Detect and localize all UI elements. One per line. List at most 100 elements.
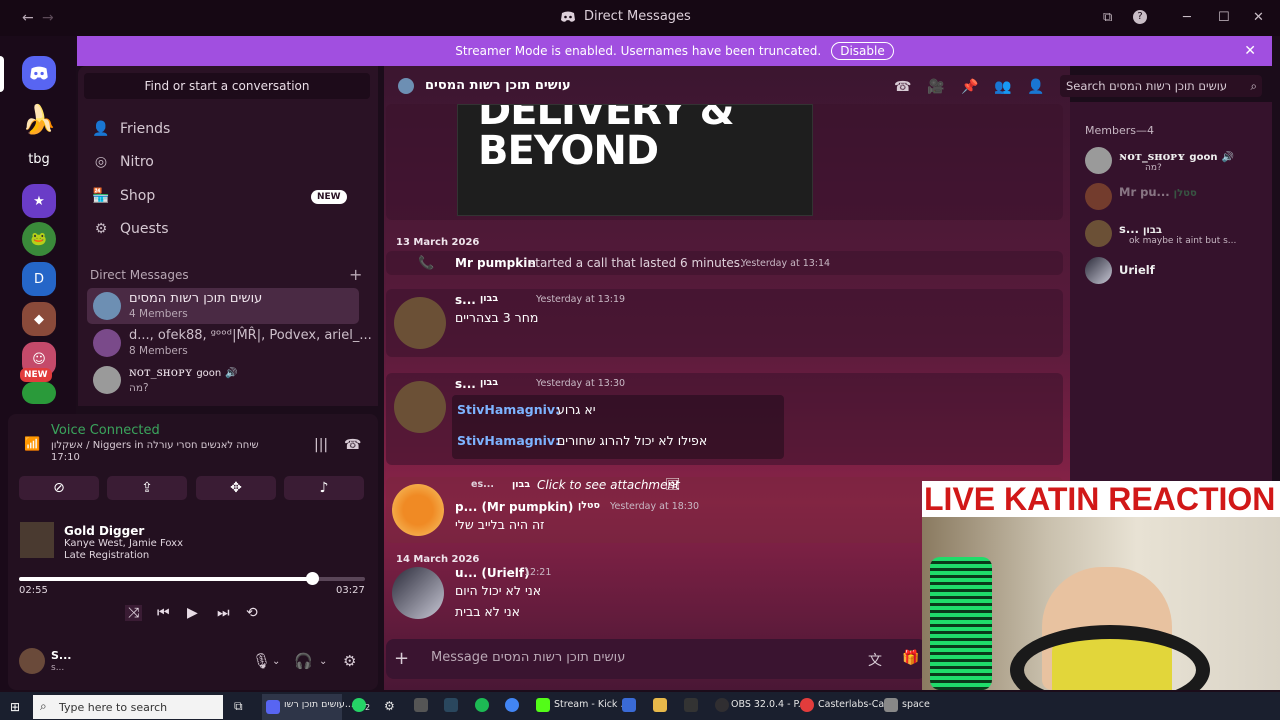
dm-item-user[interactable]: ɴᴏᴛ_ꜱʜᴏᴘʏ goon 🔊 מה? [87,362,359,398]
server-blue-icon[interactable]: D [22,262,56,296]
voice-status[interactable]: Voice Connected [51,423,160,438]
member-item[interactable]: Urielf [1085,257,1265,285]
dm-item-group-1[interactable]: עושים תוכן רשות המסים 4 Members [87,288,359,324]
noise-suppression-icon[interactable]: ||| [314,437,328,453]
user-status: s... [51,663,65,673]
member-item[interactable]: Mr pu... סטלן [1085,183,1265,211]
taskbar-casterlabs[interactable]: Casterlabs-Ca... [796,694,893,720]
maximize-icon[interactable]: ☐ [1218,10,1230,25]
camera-off-icon[interactable]: ⊘ [19,476,99,500]
user-avatar[interactable] [392,567,444,619]
taskbar-obs[interactable]: OBS 32.0.4 - P... [711,694,807,720]
settings-icon[interactable]: ⚙ [384,699,395,713]
album-art [20,522,54,558]
chat-search-input[interactable]: Search עושים תוכן רשות המסים ⌕ [1060,75,1262,97]
message-text: אני לא בבית [455,604,521,619]
message-author[interactable]: p... (Mr pumpkin) [455,500,573,514]
help-icon[interactable]: ? [1133,10,1147,24]
sidebar-item-friends[interactable]: 👤 Friends [92,115,362,143]
live-overlay-title: LIVE KATIN REACTION [922,481,1280,517]
disable-streamer-button[interactable]: Disable [831,42,894,60]
member-item[interactable]: s... בבון ok maybe it aint but s... [1085,220,1265,248]
progress-knob[interactable] [305,572,319,585]
server-banana-icon[interactable]: 🍌 [22,102,56,136]
server-purple-icon[interactable]: ★ [22,184,56,218]
user-avatar[interactable] [394,297,446,349]
sidebar-item-nitro[interactable]: ◎ Nitro [92,148,362,176]
chat-title: עושים תוכן רשות המסים [425,78,571,93]
friends-icon: 👤 [92,121,110,137]
message-author[interactable]: u... (Urielf) [455,566,530,580]
mute-mic-icon[interactable]: 🎙 [252,652,271,670]
activities-icon[interactable]: ✥ [196,476,276,500]
translate-icon[interactable]: 文 [868,650,882,670]
shop-icon: 🏪 [92,188,110,204]
folder-icon[interactable] [653,698,667,712]
dm-item-group-2[interactable]: d..., ofek88, ᵍᵒᵒᵈ|M̂R̂|, Podvex, ariel_… [87,325,372,361]
windows-start-icon[interactable]: ⊞ [10,700,20,714]
whatsapp-icon[interactable] [352,698,366,712]
gift-icon[interactable]: 🎁 [902,650,919,666]
call-icon[interactable]: ☎ [894,79,911,95]
chevron-down-icon[interactable]: ⌄ [319,656,327,667]
screen-share-icon[interactable]: ⇪ [107,476,187,500]
quoted-author: StivHamagniv: [457,402,561,417]
back-arrow-icon[interactable]: ← [22,10,34,26]
taskbar-kick[interactable]: Stream - Kick ... [532,694,630,720]
webcam-feed [922,517,1280,690]
app-icon[interactable] [684,698,698,712]
server-green-icon[interactable] [22,382,56,404]
reply-attachment-link[interactable]: Click to see attachment [537,478,680,492]
previous-icon[interactable]: ⏮ [157,605,170,621]
dm-name: ɴᴏᴛ_ꜱʜᴏᴘʏ [129,365,193,379]
forward-arrow-icon[interactable]: → [42,10,54,26]
pin-icon[interactable]: 📌 [961,79,978,95]
message-author[interactable]: s... [455,377,476,391]
taskbar-space[interactable]: space [882,694,930,720]
vpn-icon[interactable] [622,698,636,712]
close-icon[interactable]: ✕ [1244,43,1256,59]
play-icon[interactable]: ▶ [187,605,198,621]
role-tag: בבון [1142,225,1163,236]
close-window-icon[interactable]: ✕ [1253,10,1264,25]
pumpkin-avatar[interactable] [392,484,444,536]
taskbar-search[interactable]: ⌕ Type here to search [33,695,223,719]
minimize-icon[interactable]: ─ [1183,10,1191,25]
home-discord-icon[interactable] [22,56,56,90]
app-icon[interactable] [414,698,428,712]
inbox-icon[interactable]: ⧉ [1103,10,1112,25]
add-member-icon[interactable]: 👥 [994,79,1011,95]
progress-fill [19,577,312,581]
spotify-icon[interactable] [475,698,489,712]
chrome-icon[interactable] [505,698,519,712]
obs-icon [715,698,729,712]
member-list-icon[interactable]: 👤 [1027,79,1044,95]
discord-logo-icon [561,11,575,22]
repeat-icon[interactable]: ⟲ [246,605,258,621]
user-avatar[interactable] [394,381,446,433]
settings-gear-icon[interactable]: ⚙ [343,652,356,670]
server-frog-icon[interactable]: 🐸 [22,222,56,256]
sidebar-item-quests[interactable]: ⚙ Quests [92,215,362,243]
reply-author[interactable]: es... [471,479,494,490]
user-avatar[interactable] [19,648,45,674]
chevron-down-icon[interactable]: ⌄ [272,656,280,667]
steam-icon[interactable] [444,698,458,712]
server-tbg[interactable]: tbg [22,142,56,176]
shuffle-icon[interactable]: ⤨ [125,605,143,621]
deafen-icon[interactable]: 🎧 [294,652,313,670]
message-author[interactable]: s... [455,293,476,307]
disconnect-icon[interactable]: ☎ [344,437,361,453]
task-view-icon[interactable]: ⧉ [234,699,243,714]
server-brown-icon[interactable]: ◆ [22,302,56,336]
next-icon[interactable]: ⏭ [217,605,230,621]
member-item[interactable]: ɴᴏᴛ_ꜱʜᴏᴘʏ goon 🔊 מה? [1085,147,1265,175]
call-user[interactable]: Mr pumpkin [455,256,536,270]
attach-plus-icon[interactable]: + [394,648,409,669]
video-icon[interactable]: 🎥 [927,79,944,95]
soundboard-icon[interactable]: ♪ [284,476,364,500]
create-dm-button[interactable]: + [349,265,362,284]
taskbar-discord[interactable]: עושים תוכן רשו... [262,694,354,720]
find-conversation-button[interactable]: Find or start a conversation [84,73,370,99]
embed-image[interactable]: DELIVERY & BEYOND [457,104,813,216]
